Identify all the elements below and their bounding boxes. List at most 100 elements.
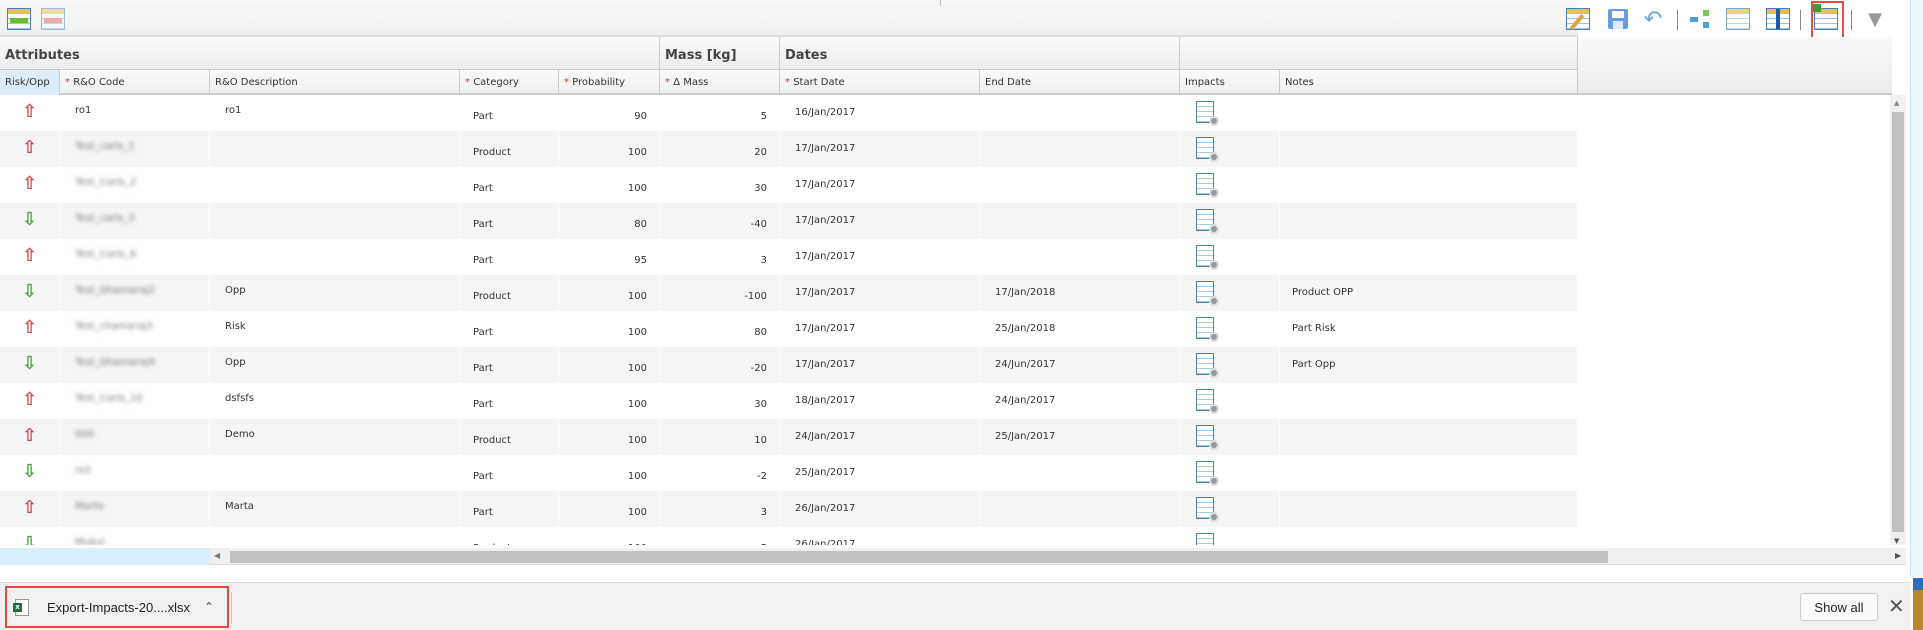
cell-end[interactable] xyxy=(980,131,1180,167)
cell-mass[interactable]: -2 xyxy=(660,455,780,491)
cell-probability[interactable]: 100 xyxy=(559,311,660,347)
cell-desc[interactable]: Demo xyxy=(210,419,460,455)
undo-button[interactable]: ↶ xyxy=(1640,6,1666,32)
col-description[interactable]: R&O Description xyxy=(210,70,460,95)
save-button[interactable] xyxy=(1605,6,1631,32)
hierarchy-button[interactable] xyxy=(1688,6,1714,32)
cell-end[interactable] xyxy=(980,239,1180,275)
cell-probability[interactable]: 100 xyxy=(559,383,660,419)
cell-mass[interactable]: 3 xyxy=(660,239,780,275)
impacts-icon[interactable] xyxy=(1196,425,1219,450)
vertical-scrollbar[interactable]: ▲ ▼ xyxy=(1890,95,1906,545)
cell-category[interactable]: Part xyxy=(460,311,559,347)
cell-mass[interactable]: 80 xyxy=(660,311,780,347)
impacts-cell[interactable] xyxy=(1180,275,1280,311)
cell-start[interactable]: 26/Jan/2017 xyxy=(780,527,980,545)
scroll-up-icon[interactable]: ▲ xyxy=(1894,99,1899,107)
impacts-icon[interactable] xyxy=(1196,317,1219,342)
cell-end[interactable]: 25/Jan/2017 xyxy=(980,419,1180,455)
chevron-up-icon[interactable]: ⌃ xyxy=(204,600,214,614)
cell-mass[interactable]: 3 xyxy=(660,491,780,527)
impacts-icon[interactable] xyxy=(1196,533,1214,545)
cell-notes[interactable] xyxy=(1280,455,1578,491)
impacts-cell[interactable] xyxy=(1180,239,1280,275)
download-item[interactable]: x Export-Impacts-20....xlsx ⌃ xyxy=(5,586,229,628)
table-row[interactable]: ⇧ ro1 ro1 Part 90 5 16/Jan/2017 xyxy=(0,95,1578,131)
table-row[interactable]: ⇧ 000 Demo Product 100 10 24/Jan/2017 25/Jan/20… xyxy=(0,419,1578,455)
cell-category[interactable]: Product xyxy=(460,419,559,455)
cell-mass[interactable]: 30 xyxy=(660,383,780,419)
impacts-cell[interactable] xyxy=(1180,95,1280,131)
col-notes[interactable]: Notes xyxy=(1280,70,1578,95)
impact-settings-button[interactable] xyxy=(1725,6,1751,32)
cell-desc[interactable]: Risk xyxy=(210,311,460,347)
cell-start[interactable]: 24/Jan/2017 xyxy=(780,419,980,455)
cell-code[interactable]: Test_Carls_10 xyxy=(60,383,210,419)
cell-probability[interactable]: 100 xyxy=(559,527,660,545)
cell-mass[interactable]: 30 xyxy=(660,167,780,203)
cell-category[interactable]: Product xyxy=(460,527,559,545)
col-start-date[interactable]: * Start Date xyxy=(780,70,980,95)
table-row[interactable]: ⇧ Test_Carls_2 Part 100 30 17/Jan/2017 xyxy=(0,167,1578,203)
table-row[interactable]: ⇧ Test_Carls_6 Part 95 3 17/Jan/2017 xyxy=(0,239,1578,275)
cell-start[interactable]: 26/Jan/2017 xyxy=(780,491,980,527)
table-row[interactable]: ⇩ Test_Dhamaraj2 Opp Product 100 -100 17/Jan/2… xyxy=(0,275,1578,311)
table-row[interactable]: ⇧ Marta Marta Part 100 3 26/Jan/2017 xyxy=(0,491,1578,527)
cell-category[interactable]: Part xyxy=(460,167,559,203)
impacts-icon[interactable] xyxy=(1196,389,1219,414)
table-row[interactable]: ⇧ Test_carls_1 Product 100 20 17/Jan/2017 xyxy=(0,131,1578,167)
table-row[interactable]: ⇩ Test_Dhamaraj4 Opp Part 100 -20 17/Jan/2017 2… xyxy=(0,347,1578,383)
cell-end[interactable]: 24/Jun/2017 xyxy=(980,347,1180,383)
cell-start[interactable]: 18/Jan/2017 xyxy=(780,383,980,419)
cell-start[interactable]: 16/Jan/2017 xyxy=(780,95,980,131)
cell-desc[interactable] xyxy=(210,455,460,491)
cell-mass[interactable]: 5 xyxy=(660,95,780,131)
cell-code[interactable]: Marta xyxy=(60,491,210,527)
cell-code[interactable]: Test_Carls_6 xyxy=(60,239,210,275)
cell-notes[interactable] xyxy=(1280,491,1578,527)
cell-desc[interactable]: Opp xyxy=(210,347,460,383)
cell-code[interactable]: Test_chamaraj3 xyxy=(60,311,210,347)
impacts-icon[interactable] xyxy=(1196,137,1219,162)
impacts-cell[interactable] xyxy=(1180,455,1280,491)
cell-mass[interactable]: 5 xyxy=(660,527,780,545)
cell-start[interactable]: 17/Jan/2017 xyxy=(780,311,980,347)
cell-notes[interactable] xyxy=(1280,95,1578,131)
columns-button[interactable] xyxy=(1765,6,1791,32)
cell-code[interactable]: ro2 xyxy=(60,455,210,491)
cell-probability[interactable]: 90 xyxy=(559,95,660,131)
impacts-icon[interactable] xyxy=(1196,353,1219,378)
cell-category[interactable]: Product xyxy=(460,275,559,311)
col-impacts[interactable]: Impacts xyxy=(1180,70,1280,95)
cell-probability[interactable]: 80 xyxy=(559,203,660,239)
filter-button[interactable]: ▼ xyxy=(1862,6,1888,32)
cell-desc[interactable] xyxy=(210,203,460,239)
cell-probability[interactable]: 100 xyxy=(559,347,660,383)
cell-start[interactable]: 25/Jan/2017 xyxy=(780,455,980,491)
cell-desc[interactable]: Opp xyxy=(210,275,460,311)
show-all-button[interactable]: Show all xyxy=(1800,593,1878,621)
cell-probability[interactable]: 95 xyxy=(559,239,660,275)
scroll-left-icon[interactable]: ◀ xyxy=(214,551,220,560)
cell-start[interactable]: 17/Jan/2017 xyxy=(780,275,980,311)
cell-end[interactable] xyxy=(980,527,1180,545)
col-code[interactable]: * R&O Code xyxy=(60,70,210,95)
col-risk-opp[interactable]: Risk/Opp xyxy=(0,70,60,95)
cell-code[interactable]: Test_Carls_2 xyxy=(60,167,210,203)
cell-category[interactable]: Part xyxy=(460,383,559,419)
cell-desc[interactable]: dsfsfs xyxy=(210,383,460,419)
impacts-cell[interactable] xyxy=(1180,347,1280,383)
cell-category[interactable]: Part xyxy=(460,203,559,239)
horizontal-scroll-thumb[interactable] xyxy=(230,551,1608,563)
col-category[interactable]: * Category xyxy=(460,70,559,95)
cell-notes[interactable] xyxy=(1280,419,1578,455)
cell-desc[interactable]: Marta xyxy=(210,491,460,527)
edit-grid-button[interactable] xyxy=(1565,6,1591,32)
col-end-date[interactable]: End Date xyxy=(980,70,1180,95)
cell-end[interactable]: 25/Jan/2018 xyxy=(980,311,1180,347)
cell-notes[interactable] xyxy=(1280,527,1578,545)
impacts-icon[interactable] xyxy=(1196,281,1219,306)
table-row[interactable]: ⇩ Test_carls_3 Part 80 -40 17/Jan/2017 xyxy=(0,203,1578,239)
cell-mass[interactable]: 20 xyxy=(660,131,780,167)
cell-notes[interactable] xyxy=(1280,383,1578,419)
